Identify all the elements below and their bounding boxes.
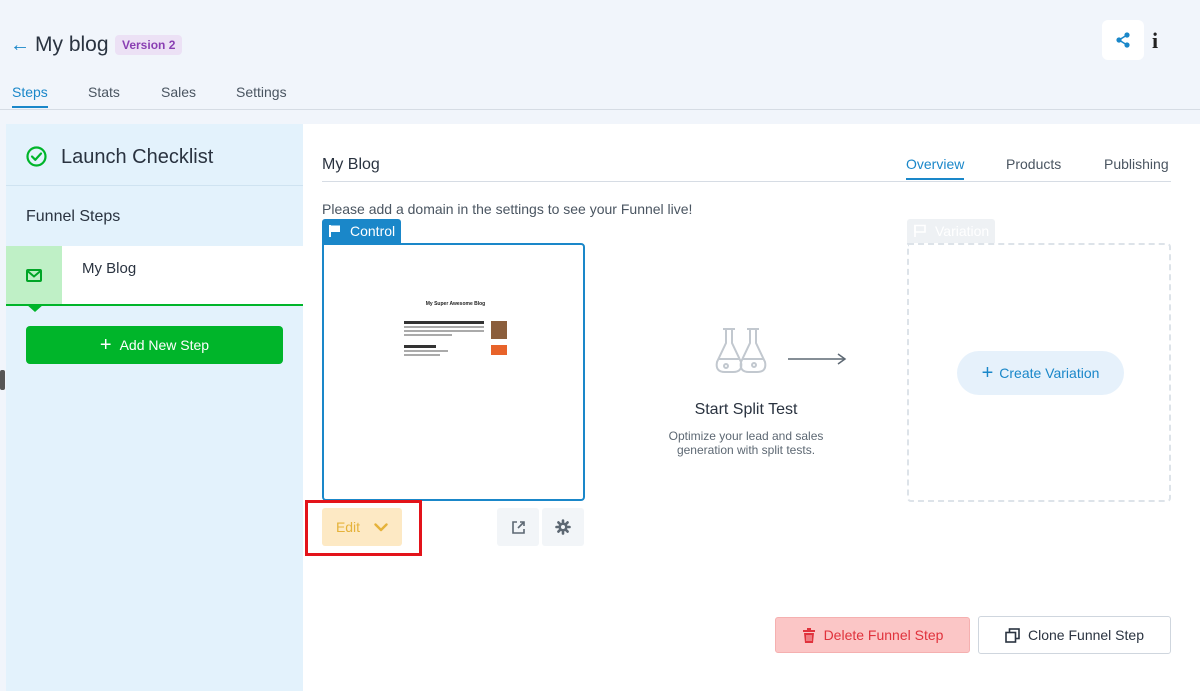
chevron-down-icon (374, 522, 388, 531)
flag-icon (329, 225, 340, 237)
step-label: My Blog (82, 260, 137, 277)
launch-checklist[interactable]: Launch Checklist (6, 124, 303, 186)
share-button[interactable] (1102, 20, 1144, 60)
clone-label: Clone Funnel Step (1028, 627, 1144, 643)
arrow-right-icon (788, 353, 847, 365)
split-test-title: Start Split Test (694, 401, 798, 418)
flag-outline-icon (914, 224, 926, 237)
resize-handle[interactable] (0, 370, 5, 390)
envelope-icon (26, 268, 42, 282)
variation-label: Variation (935, 223, 990, 239)
open-external-button[interactable] (497, 508, 539, 546)
delete-label: Delete Funnel Step (823, 627, 944, 643)
flask-icon (715, 328, 767, 373)
step-title: My Blog (322, 156, 380, 173)
thumbnail-title: My Super Awesome Blog (425, 301, 486, 307)
sidebar-step-my-blog[interactable]: My Blog (6, 246, 303, 312)
version-badge: Version 2 (115, 35, 183, 55)
sidebar: Launch Checklist Funnel Steps My Blog + … (6, 124, 303, 691)
tab-steps[interactable]: Steps (12, 84, 48, 108)
launch-checklist-label: Launch Checklist (61, 146, 214, 168)
sub-tabs: Overview Products Publishing (322, 156, 1171, 182)
thumbnail-image (491, 345, 507, 355)
edit-button[interactable]: Edit (322, 508, 402, 546)
thumbnail-image (491, 321, 507, 339)
tab-products[interactable]: Products (1006, 156, 1061, 178)
tab-overview[interactable]: Overview (906, 156, 965, 180)
control-label: Control (350, 223, 396, 239)
trash-icon (802, 627, 815, 643)
control-preview[interactable]: My Super Awesome Blog (322, 243, 585, 501)
delete-funnel-step-button[interactable]: Delete Funnel Step (775, 617, 970, 653)
add-new-step-button[interactable]: + Add New Step (26, 326, 283, 364)
info-icon[interactable]: i (1152, 28, 1158, 54)
control-tag: Control (322, 219, 402, 243)
tab-stats[interactable]: Stats (88, 84, 120, 106)
create-variation-label: Create Variation (999, 365, 1100, 381)
external-link-icon (511, 520, 525, 534)
plus-icon: + (981, 362, 994, 384)
page-thumbnail: My Super Awesome Blog (404, 301, 507, 364)
variation-placeholder: + Create Variation (907, 243, 1171, 502)
settings-button[interactable] (542, 508, 584, 546)
step-icon-box (6, 246, 62, 304)
page-title: My blog (35, 33, 109, 56)
share-icon (1116, 32, 1130, 48)
gear-icon (555, 519, 571, 535)
split-test-description: Optimize your lead and sales generation … (668, 429, 824, 457)
clone-funnel-step-button[interactable]: Clone Funnel Step (978, 616, 1171, 654)
step-pointer (26, 304, 44, 312)
tab-settings[interactable]: Settings (236, 84, 287, 106)
copy-icon (1005, 627, 1020, 643)
main-tabs: Steps Stats Sales Settings (0, 84, 1200, 110)
funnel-steps-heading: Funnel Steps (26, 208, 121, 225)
content-panel: Overview Products Publishing My Blog Ple… (303, 124, 1200, 691)
plus-icon: + (99, 334, 112, 356)
create-variation-button[interactable]: + Create Variation (957, 351, 1124, 395)
tab-sales[interactable]: Sales (161, 84, 196, 106)
check-circle-icon (26, 146, 47, 167)
add-new-step-label: Add New Step (119, 337, 210, 353)
variation-tag: Variation (907, 219, 996, 243)
back-arrow-icon[interactable]: ← (10, 34, 30, 57)
edit-label: Edit (335, 519, 361, 535)
domain-notice: Please add a domain in the settings to s… (322, 201, 693, 217)
tab-publishing[interactable]: Publishing (1104, 156, 1169, 178)
